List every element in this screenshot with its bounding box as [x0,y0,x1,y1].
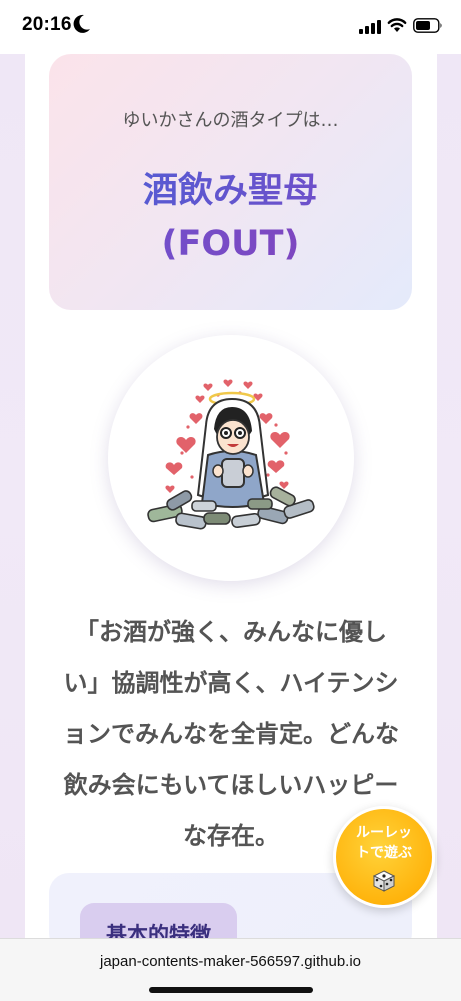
browser-url-bar[interactable]: japan-contents-maker-566597.github.io [0,938,461,1001]
description-line: 飲み会にもいてほしいハッピー [63,771,399,799]
description-line: 「お酒が強く、みんなに優し [75,618,387,646]
description-line: い」協調性が高く、ハイテンシ [63,669,399,697]
battery-icon [413,18,442,33]
character-avatar [108,335,354,581]
type-code: (FOUT) [49,224,412,264]
result-intro: ゆいかさんの酒タイプは… [122,110,339,131]
roulette-label-line: トで遊ぶ [356,845,412,861]
dice-icon [372,870,396,892]
type-name: 酒飲み聖母 [49,162,412,213]
url-text[interactable]: japan-contents-maker-566597.github.io [0,953,461,970]
roulette-button[interactable]: ルーレッ トで遊ぶ [333,806,435,908]
home-indicator [149,987,313,993]
holy-mother-illustration [147,379,315,530]
result-card: ゆいかさんの酒タイプは… 酒飲み聖母 (FOUT) [49,54,412,310]
moon-icon [73,14,90,33]
roulette-label: ルーレッ トで遊ぶ [342,823,426,863]
description-line: ョンでみんなを全肯定。どんな [63,720,399,748]
status-time: 20:16 [22,14,72,35]
roulette-label-line: ルーレッ [356,825,412,841]
wifi-icon [387,18,407,32]
status-bar: 20:16 [0,0,461,54]
signal-icon [359,20,381,34]
